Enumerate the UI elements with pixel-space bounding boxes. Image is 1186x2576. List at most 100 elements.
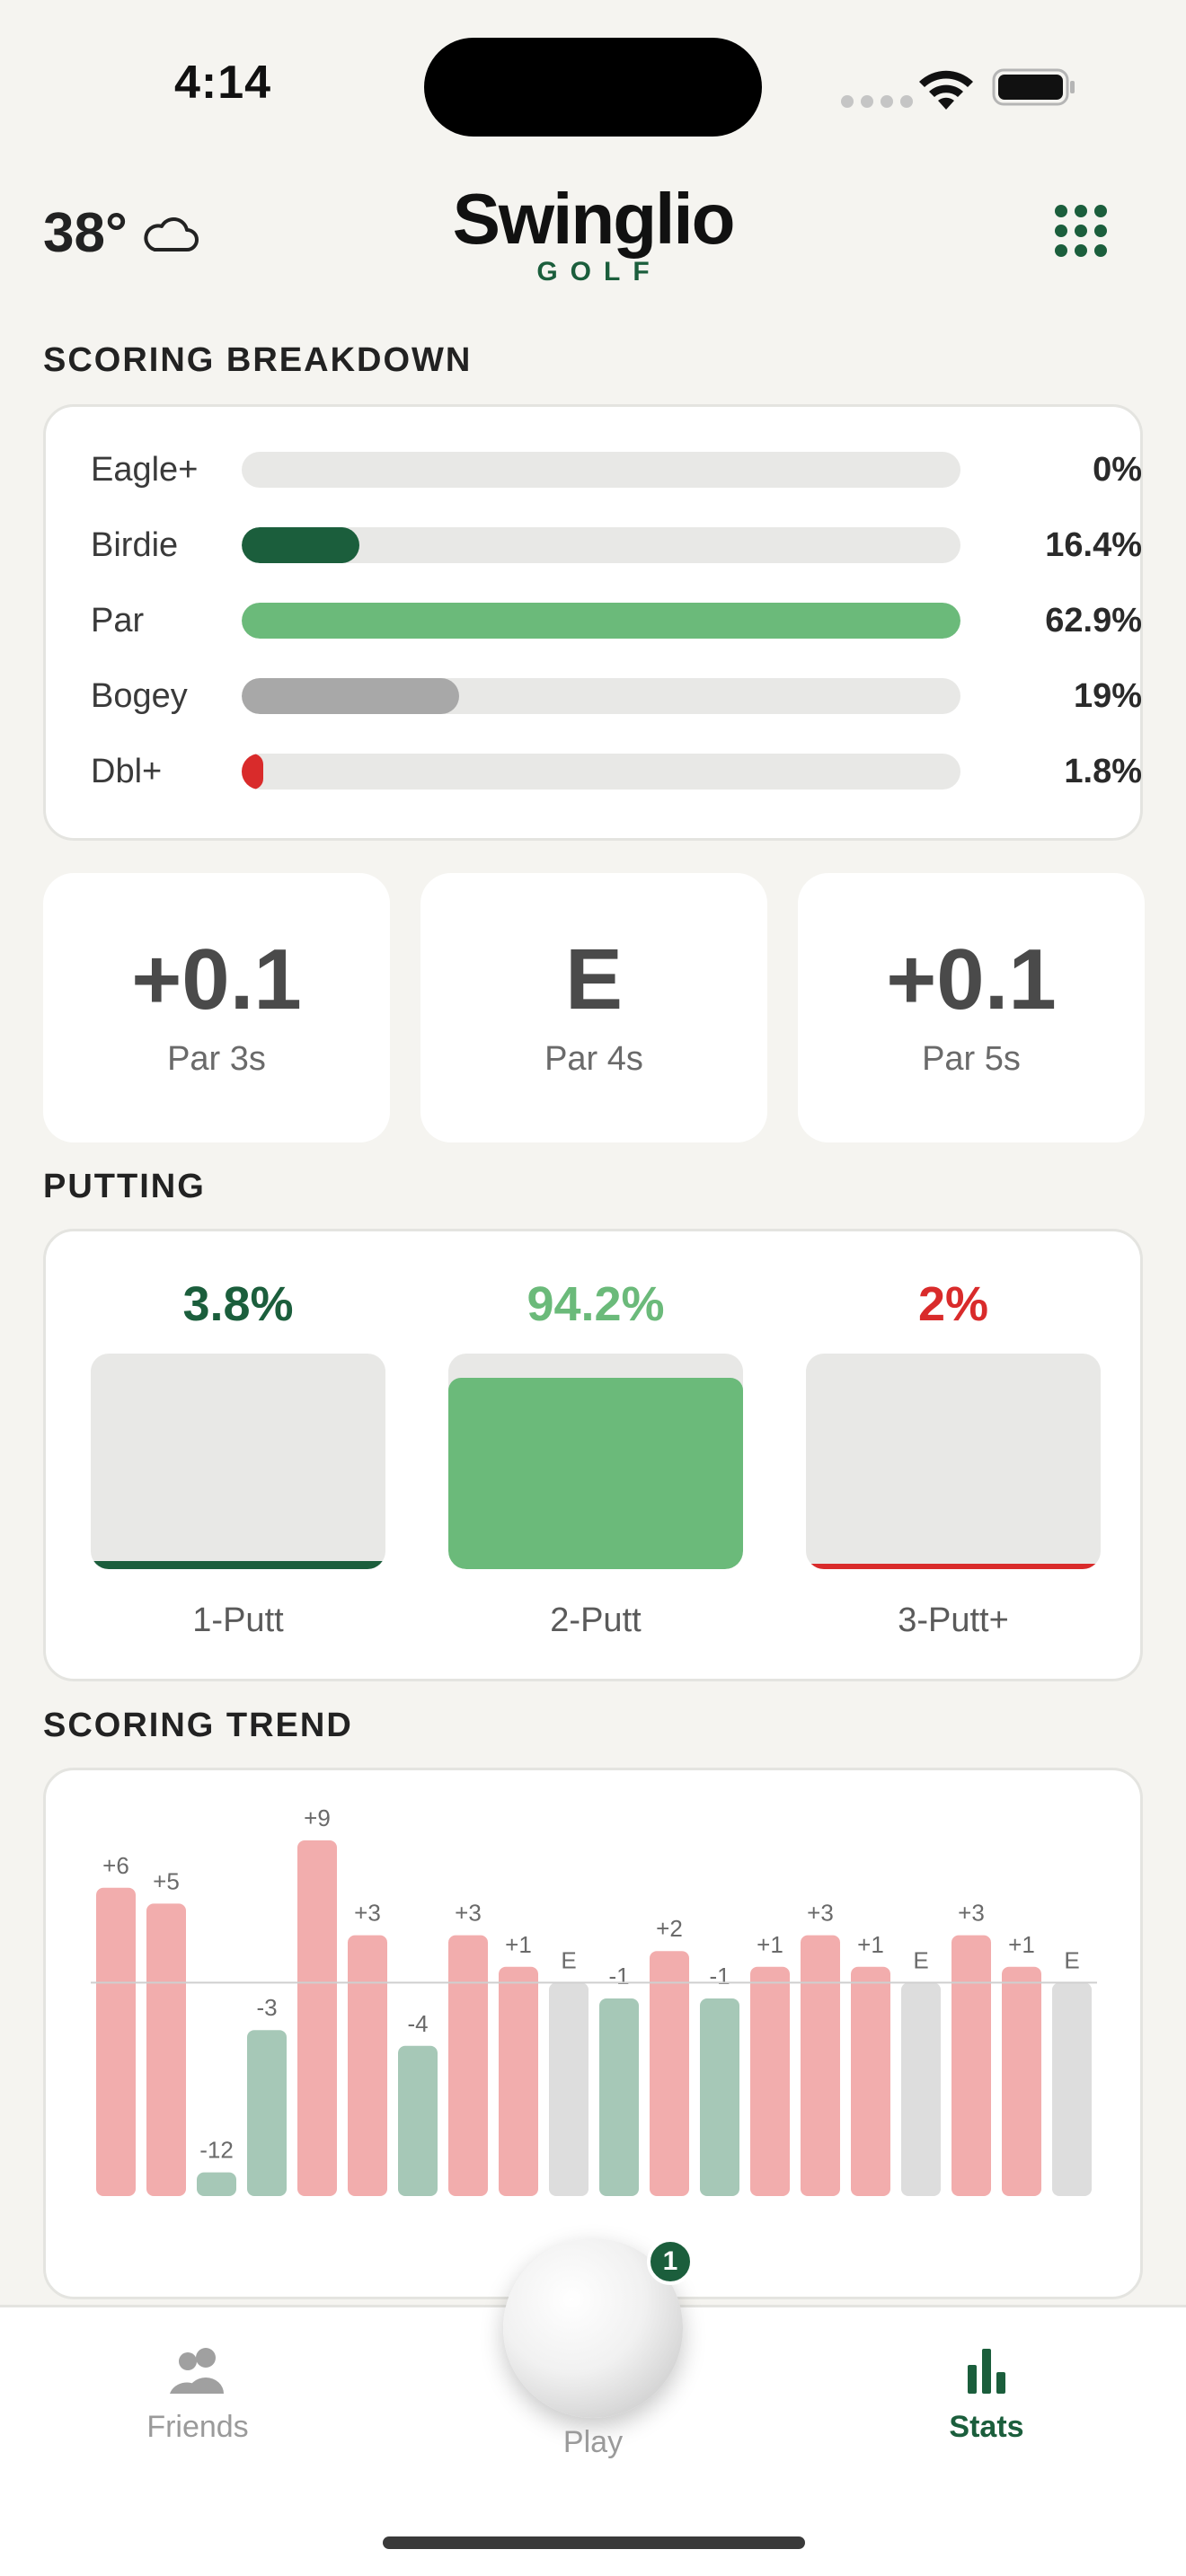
trend-bar-label: -4: [407, 2010, 428, 2037]
trend-bar-label: +3: [354, 1900, 381, 1927]
breakdown-label-birdie: Birdie: [91, 526, 179, 564]
breakdown-row: Par 62.9%: [91, 601, 1142, 640]
breakdown-fill-par: [242, 603, 960, 639]
trend-bar-label: +3: [455, 1900, 482, 1927]
trend-bar-label: +9: [304, 1804, 331, 1831]
trend-bar-label: +2: [656, 1915, 683, 1942]
breakdown-track-birdie: [242, 527, 960, 563]
trend-bar-label: +3: [807, 1900, 834, 1927]
par-5-card: +0.1 Par 5s: [798, 873, 1145, 1142]
wifi-icon: [919, 70, 973, 110]
trend-bar-label: +1: [757, 1931, 783, 1958]
breakdown-fill-birdie: [242, 527, 360, 563]
trend-bar-label: -12: [199, 2137, 234, 2164]
par-3-card: +0.1 Par 3s: [43, 873, 390, 1142]
putt-2-bar: [448, 1354, 743, 1569]
par-5-label: Par 5s: [922, 1040, 1021, 1078]
breakdown-row: Eagle+ 0%: [91, 450, 1142, 490]
putt-3-fill: [806, 1564, 1101, 1569]
breakdown-label-eagle: Eagle+: [91, 451, 199, 489]
par-4-label: Par 4s: [544, 1040, 643, 1078]
breakdown-row: Bogey 19%: [91, 676, 1142, 716]
app-header: 38° Swinglio GOLF: [0, 171, 1186, 305]
friends-icon: [170, 2348, 224, 2394]
trend-bar: [750, 1966, 790, 2196]
trend-bar: [1002, 1966, 1041, 2196]
putt-3-percent: 2%: [917, 1277, 989, 1331]
breakdown-fill-dbl: [242, 754, 263, 790]
breakdown-value-birdie: 16.4%: [1045, 526, 1142, 564]
par-3-value: +0.1: [131, 931, 302, 1028]
trend-bar: [650, 1951, 689, 2196]
app-logo: Swinglio GOLF: [0, 181, 1186, 287]
trend-bar: [96, 1887, 136, 2196]
trend-bar: [801, 1935, 840, 2196]
trend-bar: [197, 2172, 236, 2196]
trend-bar: [951, 1935, 991, 2196]
logo-subtitle: GOLF: [536, 257, 662, 287]
trend-bar-label: E: [1064, 1946, 1079, 1973]
breakdown-row: Dbl+ 1.8%: [91, 752, 1142, 791]
putt-2-fill: [448, 1378, 743, 1569]
breakdown-value-par: 62.9%: [1045, 602, 1142, 640]
trend-bar-label: -1: [709, 1963, 730, 1989]
putting-card: 3.8% 1-Putt 94.2% 2-Putt 2% 3-Putt+: [43, 1229, 1143, 1681]
dynamic-island: [424, 38, 762, 137]
trend-bar-label: +6: [102, 1852, 129, 1879]
putt-2-percent: 94.2%: [527, 1277, 665, 1331]
scoring-trend-title: SCORING TREND: [43, 1707, 353, 1744]
tab-stats-label: Stats: [949, 2410, 1024, 2444]
trend-bar: [599, 1998, 639, 2196]
par-4-value: E: [564, 931, 624, 1028]
breakdown-label-bogey: Bogey: [91, 677, 188, 715]
breakdown-track-bogey: [242, 678, 960, 714]
trend-bar-label: E: [913, 1946, 928, 1973]
tab-friends[interactable]: Friends: [81, 2343, 314, 2445]
putt-1-bar: [91, 1354, 385, 1569]
tab-stats[interactable]: Stats: [870, 2343, 1103, 2445]
putt-1-fill: [91, 1561, 385, 1569]
breakdown-track-par: [242, 603, 960, 639]
putt-2-label: 2-Putt: [550, 1601, 642, 1639]
play-notification-badge: 1: [647, 2238, 694, 2285]
tab-friends-label: Friends: [146, 2410, 249, 2444]
trend-bar: [499, 1966, 538, 2196]
logo-wordmark: Swinglio: [452, 179, 736, 259]
trend-bar-label: +1: [1008, 1931, 1035, 1958]
breakdown-track-dbl: [242, 754, 960, 790]
putt-3-label: 3-Putt+: [898, 1601, 1009, 1639]
par-5-value: +0.1: [886, 931, 1057, 1028]
trend-bar-label: +1: [505, 1931, 532, 1958]
battery-icon: [992, 68, 1075, 106]
breakdown-value-dbl: 1.8%: [1064, 753, 1142, 790]
trend-bar: [549, 1982, 589, 2196]
par-4-card: E Par 4s: [420, 873, 767, 1142]
trend-bar: [297, 1840, 337, 2196]
breakdown-row: Birdie 16.4%: [91, 525, 1142, 565]
scoring-trend-card: +6 +5 -12 -3 +9 +3 -4 +3 +1 E -1 +2 -1 +1 +3 +1 E +3 +1 E: [43, 1768, 1143, 2299]
breakdown-label-dbl: Dbl+: [91, 753, 163, 790]
trend-bar: [146, 1903, 186, 2196]
trend-bar: [1052, 1982, 1092, 2196]
trend-bar-label: -3: [256, 1994, 277, 2021]
scoring-breakdown-card: Eagle+ 0% Birdie 16.4% Par 62.9% Bogey 19% Dbl+ 1…: [43, 404, 1143, 841]
trend-bar: [398, 2045, 438, 2196]
grid-dots-icon[interactable]: [1055, 205, 1107, 257]
scoring-trend-chart: +6 +5 -12 -3 +9 +3 -4 +3 +1 E -1 +2 -1 +1 +3 +1 E +3 +1 E: [91, 1804, 1097, 2196]
trend-bar-label: -1: [608, 1963, 629, 1989]
putt-3-bar: [806, 1354, 1101, 1569]
breakdown-value-eagle: 0%: [1093, 451, 1142, 489]
par-3-label: Par 3s: [167, 1040, 266, 1078]
tab-play-label[interactable]: Play: [503, 2425, 683, 2460]
home-indicator[interactable]: [383, 2536, 805, 2549]
cellular-signal-icon: [841, 95, 913, 108]
trend-bar: [901, 1982, 941, 2196]
trend-bar: [700, 1998, 739, 2196]
putt-1-label: 1-Putt: [192, 1601, 284, 1639]
trend-bar: [247, 2030, 287, 2196]
breakdown-track-eagle: [242, 452, 960, 488]
trend-bar-label: +5: [153, 1867, 180, 1894]
trend-bar-label: +1: [857, 1931, 884, 1958]
trend-bar-label: +3: [958, 1900, 985, 1927]
breakdown-value-bogey: 19%: [1073, 677, 1142, 715]
